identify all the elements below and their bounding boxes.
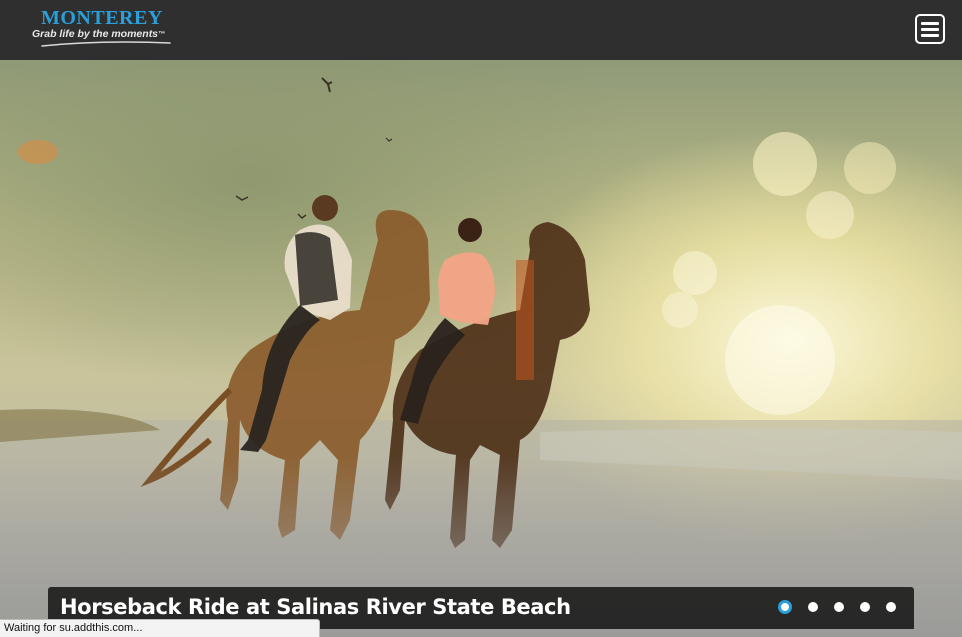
site-header: MONTEREY Grab life by the moments™	[0, 0, 962, 60]
slide-dot-4[interactable]	[860, 602, 870, 612]
hero-slideshow[interactable]	[0, 60, 962, 637]
slide-dot-5[interactable]	[886, 602, 896, 612]
slide-dot-2[interactable]	[808, 602, 818, 612]
logo-tagline-mark: ™	[158, 31, 166, 38]
menu-line	[921, 28, 939, 31]
slide-dot-3[interactable]	[834, 602, 844, 612]
menu-line	[921, 22, 939, 25]
site-logo[interactable]: MONTEREY Grab life by the moments™	[32, 7, 182, 53]
logo-tagline-text: Grab life by the moments	[32, 28, 159, 40]
hamburger-menu-icon[interactable]	[915, 14, 945, 44]
logo-title: MONTEREY	[41, 7, 163, 29]
browser-status-bar: Waiting for su.addthis.com...	[0, 619, 320, 637]
slide-dot-1[interactable]	[778, 600, 792, 614]
slide-title[interactable]: Horseback Ride at Salinas River State Be…	[60, 594, 571, 620]
slide-pagination	[778, 599, 896, 615]
logo-swoosh	[41, 41, 171, 47]
menu-line	[921, 34, 939, 37]
